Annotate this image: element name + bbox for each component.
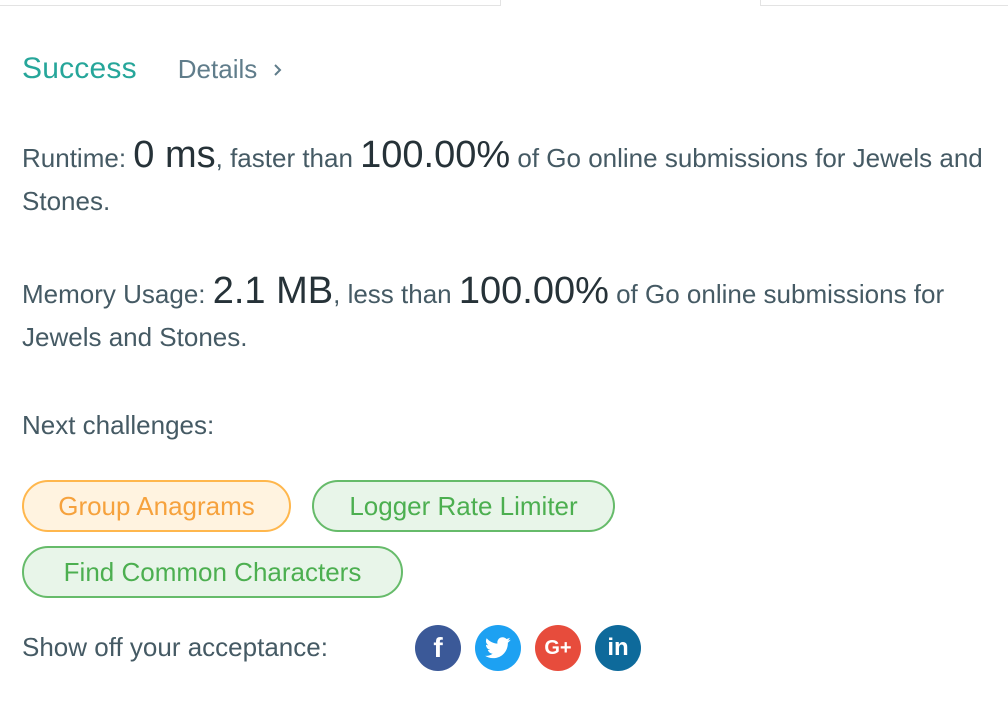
memory-label: Memory Usage: (22, 279, 213, 309)
facebook-share-button[interactable]: f (415, 625, 461, 671)
memory-value: 2.1 MB (212, 270, 334, 312)
tab-left-edge (0, 0, 501, 6)
facebook-icon: f (433, 632, 443, 663)
google-plus-share-button[interactable]: G+ (535, 625, 581, 671)
details-label: Details (177, 54, 258, 84)
runtime-comparison: , faster than (215, 143, 361, 173)
memory-comparison: , less than (333, 279, 459, 309)
status-label: Success (22, 52, 137, 85)
twitter-share-button[interactable] (475, 625, 521, 671)
result-header: Success Details (22, 52, 285, 86)
next-challenges-label: Next challenges: (22, 410, 215, 440)
share-label: Show off your acceptance: (22, 632, 328, 662)
linkedin-share-button[interactable]: in (595, 625, 641, 671)
google-plus-icon: G+ (544, 636, 572, 659)
runtime-percent: 100.00% (360, 134, 511, 176)
challenge-tag-group-anagrams[interactable]: Group Anagrams (22, 480, 291, 532)
twitter-icon (485, 637, 511, 659)
linkedin-icon: in (607, 634, 629, 661)
submission-result-panel: Success Details Runtime: 0 ms, faster th… (0, 0, 1008, 712)
details-link[interactable]: Details (178, 54, 285, 85)
chevron-right-icon (274, 63, 282, 76)
challenge-tag-logger-rate-limiter[interactable]: Logger Rate Limiter (312, 480, 615, 532)
runtime-value: 0 ms (133, 134, 216, 176)
runtime-stat: Runtime: 0 ms, faster than 100.00% of Go… (22, 134, 1007, 223)
memory-percent: 100.00% (458, 270, 609, 312)
challenge-tag-find-common-characters[interactable]: Find Common Characters (22, 546, 403, 598)
tab-right-edge (760, 0, 1008, 6)
runtime-label: Runtime: (22, 143, 134, 173)
memory-stat: Memory Usage: 2.1 MB, less than 100.00% … (22, 270, 1007, 359)
